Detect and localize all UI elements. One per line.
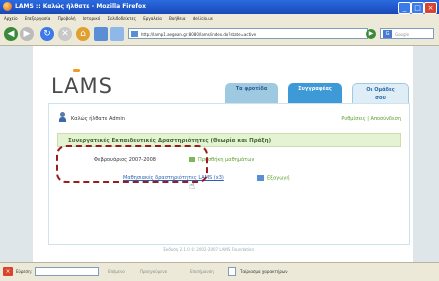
- search-input[interactable]: G Google: [380, 28, 434, 39]
- address-bar[interactable]: http://lamp1.aegean.gr:8080/lams/index.d…: [128, 28, 368, 39]
- menu-bar: Αρχείο Επεξεργασία Προβολή Ιστορικό Σελι…: [0, 14, 439, 23]
- find-next-button[interactable]: Επόμενο: [108, 263, 125, 281]
- browser-content: LAMS Τα φροτίδα Συγγραφέας Οι Ομάδες σου…: [0, 46, 439, 262]
- page-icon: [131, 31, 138, 37]
- match-case-label: Ταίριασμα χαρακτήρων: [240, 269, 288, 274]
- home-icon[interactable]: ⌂: [76, 27, 90, 41]
- logo-accent: [73, 69, 80, 72]
- url-text: http://lamp1.aegean.gr:8080/lams/index.d…: [141, 32, 257, 37]
- browser-window: LAMS :: Καλώς ήλθατε - Mozilla Firefox _…: [0, 0, 439, 281]
- menu-delicious[interactable]: del.icio.us: [193, 16, 213, 21]
- highlight-annotation: [56, 145, 208, 183]
- toolbar-icon[interactable]: [94, 27, 108, 41]
- bookmark-icon[interactable]: [110, 27, 124, 41]
- menu-file[interactable]: Αρχείο: [4, 16, 18, 21]
- google-icon: G: [383, 30, 392, 38]
- welcome-text: Καλώς ήλθατε Admin: [71, 116, 125, 122]
- tab-my-groups[interactable]: Οι Ομάδες σου: [352, 83, 409, 104]
- export-link[interactable]: Εξαγωγή: [257, 175, 290, 182]
- lams-logo: LAMS: [51, 69, 113, 98]
- user-icon: [59, 112, 66, 122]
- close-find-icon[interactable]: ×: [3, 267, 13, 276]
- menu-tools[interactable]: Εργαλεία: [143, 16, 162, 21]
- tab-author[interactable]: Συγγραφέας: [288, 83, 342, 103]
- window-title: LAMS :: Καλώς ήλθατε - Mozilla Firefox: [15, 3, 146, 10]
- search-placeholder: Google: [395, 32, 410, 37]
- find-bar: × Εύρεση: Επόμενο Προηγούμενο Επισήμανση…: [0, 262, 439, 281]
- menu-history[interactable]: Ιστορικό: [83, 16, 100, 21]
- minimize-button[interactable]: _: [398, 2, 411, 14]
- close-button[interactable]: ×: [424, 2, 437, 14]
- find-label: Εύρεση:: [16, 269, 32, 274]
- forward-icon[interactable]: ▶: [20, 27, 34, 41]
- back-icon[interactable]: ◀: [4, 27, 18, 41]
- go-icon[interactable]: ▶: [366, 29, 376, 39]
- highlight-button[interactable]: Επισήμανση: [190, 263, 214, 281]
- stop-icon[interactable]: ✕: [58, 27, 72, 41]
- menu-bookmarks[interactable]: Σελιδοδείκτες: [107, 16, 136, 21]
- match-case-checkbox[interactable]: [228, 267, 236, 276]
- menu-edit[interactable]: Επεξεργασία: [25, 16, 51, 21]
- firefox-icon: [3, 2, 12, 11]
- export-icon: [257, 175, 264, 181]
- page-footer: Έκδοση 2.1.0 © 2002-2007 LAMS Foundation: [163, 247, 255, 252]
- maximize-button[interactable]: □: [411, 2, 424, 14]
- tab-my-profile[interactable]: Τα φροτίδα: [225, 83, 278, 103]
- find-prev-button[interactable]: Προηγούμενο: [140, 263, 167, 281]
- account-links[interactable]: Ρυθμίσεις | Αποσύνδεση: [341, 116, 401, 122]
- title-bar: LAMS :: Καλώς ήλθατε - Mozilla Firefox _…: [0, 0, 439, 14]
- navigation-toolbar: ◀ ▶ ↻ ✕ ⌂ http://lamp1.aegean.gr:8080/la…: [0, 23, 439, 46]
- reload-icon[interactable]: ↻: [40, 27, 54, 41]
- find-input[interactable]: [35, 267, 99, 276]
- menu-help[interactable]: Βοήθεια: [169, 16, 185, 21]
- menu-view[interactable]: Προβολή: [58, 16, 76, 21]
